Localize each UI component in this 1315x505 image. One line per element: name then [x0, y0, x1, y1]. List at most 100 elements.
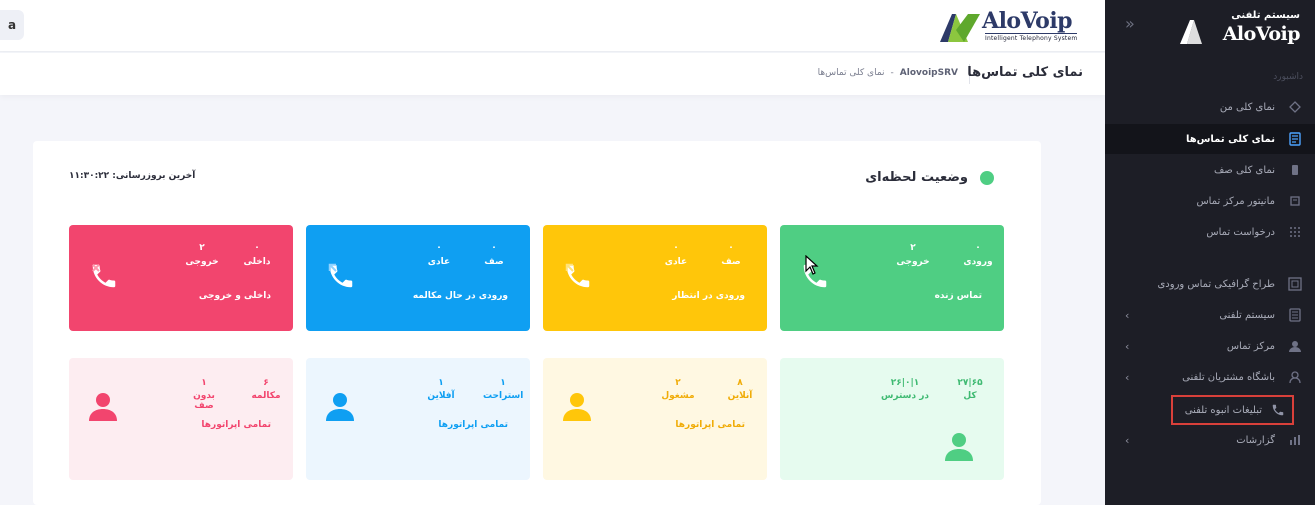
sidebar-item-label: سیستم تلفنی — [1219, 309, 1275, 321]
dashboard-icon — [1287, 99, 1303, 115]
brand-tagline: Intelligent Telephony System — [985, 33, 1078, 42]
available-label: در دسترس — [880, 391, 930, 401]
incoming-count: ۰ — [975, 243, 981, 253]
sidebar-item-call-center-monitor[interactable]: مانیتور مرکز تماس — [1105, 186, 1315, 216]
call-tile-incoming-waiting[interactable]: ۰ عادی ۰ صف ورودی در انتظار — [543, 225, 767, 331]
brand-name: AloVoip — [982, 8, 1073, 34]
talking-count: ۶ — [263, 378, 269, 388]
tile-col-incoming: ۰ ورودی — [960, 243, 996, 267]
sidebar-item-label: درخواست تماس — [1206, 226, 1275, 238]
tile-col-offline: ۱ آفلاین — [421, 378, 461, 401]
mouse-cursor-icon — [805, 255, 819, 275]
call-tile-incoming-talking[interactable]: ۰ عادی ۰ صف ورودی در حال مکالمه — [306, 225, 530, 331]
user-menu-button[interactable]: a — [0, 10, 24, 40]
call-tile-live[interactable]: ۲ خروجی ۰ ورودی تماس زنده — [780, 225, 1004, 331]
sidebar-item-queue-overview[interactable]: نمای کلی صف — [1105, 155, 1315, 185]
no-queue-count: ۱ — [201, 378, 207, 388]
outgoing-count: ۲ — [199, 243, 205, 253]
last-update-time: آخرین بروزرسانی: ۱۱:۳۰:۲۲ — [69, 171, 196, 181]
normal-count: ۰ — [436, 243, 442, 253]
sidebar-item-customer-club[interactable]: ‹ باشگاه مشتریان تلفنی — [1105, 362, 1315, 392]
total-label: کل — [963, 391, 977, 401]
call-tile-internal-outgoing[interactable]: ۲ خروجی ۰ داخلی داخلی و خروجی — [69, 225, 293, 331]
outgoing-count: ۲ — [910, 243, 916, 253]
busy-count: ۲ — [675, 378, 681, 388]
operator-tile-rest[interactable]: ۱ آفلاین ۱ استراحت تمامی اپراتورها — [306, 358, 530, 480]
tile-caption: داخلی و خروجی — [198, 291, 271, 301]
operator-tile-talking[interactable]: ۱ بدون صف ۶ مکالمه تمامی اپراتورها — [69, 358, 293, 480]
page-subheader: نمای کلی تماس‌ها - AlovoipSRV نمای کلی ت… — [0, 53, 1105, 95]
page-title: نمای کلی تماس‌ها — [967, 65, 1083, 80]
phone-incoming-icon — [328, 263, 353, 288]
calls-overview-icon — [1287, 131, 1303, 147]
tile-caption: تماس زنده — [934, 291, 982, 301]
chevron-left-icon: ‹ — [1125, 371, 1130, 384]
sidebar-collapse-icon[interactable]: » — [1125, 14, 1135, 33]
no-queue-label: بدون صف — [193, 391, 215, 411]
sidebar-item-call-request[interactable]: درخواست تماس — [1105, 217, 1315, 247]
queue-count: ۰ — [728, 243, 734, 253]
sidebar-item-my-overview[interactable]: نمای کلی من — [1105, 92, 1315, 122]
sidebar-item-call-center[interactable]: ‹ مرکز تماس — [1105, 331, 1315, 361]
talking-label: مکالمه — [251, 391, 281, 401]
normal-label: عادی — [427, 257, 451, 267]
breadcrumb: نمای کلی تماس‌ها - AlovoipSRV — [818, 68, 958, 78]
sidebar-item-label: طراح گرافیکی تماس ورودی — [1157, 278, 1275, 290]
tile-col-internal: ۰ داخلی — [239, 243, 275, 267]
person-icon — [563, 393, 591, 421]
rest-label: استراحت — [483, 391, 524, 401]
tile-caption: ورودی در انتظار — [672, 291, 745, 301]
tile-caption: تمامی اپراتورها — [201, 420, 271, 430]
busy-label: مشغول — [661, 391, 695, 401]
sidebar-item-label: نمای کلی تماس‌ها — [1185, 133, 1275, 145]
tile-col-queue: ۰ صف — [713, 243, 749, 267]
sidebar-item-ivr-designer[interactable]: طراح گرافیکی تماس ورودی — [1105, 269, 1315, 299]
queue-label: صف — [484, 257, 504, 267]
person-icon — [326, 393, 354, 421]
club-icon — [1287, 369, 1303, 385]
outgoing-label: خروجی — [185, 257, 219, 267]
user-initial: a — [7, 18, 17, 32]
normal-label: عادی — [664, 257, 688, 267]
tile-col-queue: ۰ صف — [476, 243, 512, 267]
sidebar-item-bulk-phone-ads[interactable]: تبلیغات انبوه تلفنی — [1171, 395, 1294, 425]
tile-col-busy: ۲ مشغول — [658, 378, 698, 401]
online-label: آنلاین — [727, 391, 753, 401]
operator-tile-available[interactable]: ۲۶|۰|۱ در دسترس ۲۷|۶۵ کل — [780, 358, 1004, 480]
sidebar-item-label: مانیتور مرکز تماس — [1196, 195, 1275, 207]
tile-col-no-queue: ۱ بدون صف — [184, 378, 224, 411]
sidebar-item-calls-overview[interactable]: نمای کلی تماس‌ها — [1105, 124, 1315, 154]
offline-count: ۱ — [438, 378, 444, 388]
tile-col-normal: ۰ عادی — [658, 243, 694, 267]
live-status-card: آخرین بروزرسانی: ۱۱:۳۰:۲۲ وضعیت لحظه‌ای … — [33, 141, 1041, 505]
designer-icon — [1287, 276, 1303, 292]
sidebar-item-label: گزارشات — [1236, 434, 1275, 446]
sidebar-item-label: مرکز تماس — [1226, 340, 1275, 352]
chart-icon — [1287, 432, 1303, 448]
breadcrumb-home-link[interactable]: AlovoipSRV — [900, 68, 958, 78]
tile-col-online: ۸ آنلاین — [720, 378, 760, 401]
tile-caption: ورودی در حال مکالمه — [412, 291, 508, 301]
tile-caption: تمامی اپراتورها — [438, 420, 508, 430]
rest-count: ۱ — [500, 378, 506, 388]
sidebar-item-label: نمای کلی صف — [1213, 164, 1275, 176]
tile-col-outgoing: ۲ خروجی — [895, 243, 931, 267]
operator-tile-online[interactable]: ۲ مشغول ۸ آنلاین تمامی اپراتورها — [543, 358, 767, 480]
logo-mark-icon — [940, 14, 980, 42]
internal-count: ۰ — [254, 243, 260, 253]
tile-col-available: ۲۶|۰|۱ در دسترس — [880, 378, 930, 401]
tile-col-talking: ۶ مکالمه — [246, 378, 286, 401]
phone-system-icon — [1287, 307, 1303, 323]
tile-col-rest: ۱ استراحت — [483, 378, 523, 401]
sidebar-item-phone-system[interactable]: ‹ سیستم تلفنی — [1105, 300, 1315, 330]
person-icon — [89, 393, 117, 421]
breadcrumb-current: نمای کلی تماس‌ها — [817, 68, 885, 78]
total-count: ۲۷|۶۵ — [957, 378, 983, 388]
sidebar-item-reports[interactable]: ‹ گزارشات — [1105, 425, 1315, 455]
normal-count: ۰ — [673, 243, 679, 253]
sidebar-item-label: باشگاه مشتریان تلفنی — [1182, 371, 1275, 383]
sidebar-logo[interactable]: سیستم تلفنی AloVoip — [1180, 10, 1302, 46]
online-count: ۸ — [737, 378, 743, 388]
tile-col-total: ۲۷|۶۵ کل — [945, 378, 995, 401]
brand-logo[interactable]: AloVoip Intelligent Telephony System — [938, 8, 1088, 44]
